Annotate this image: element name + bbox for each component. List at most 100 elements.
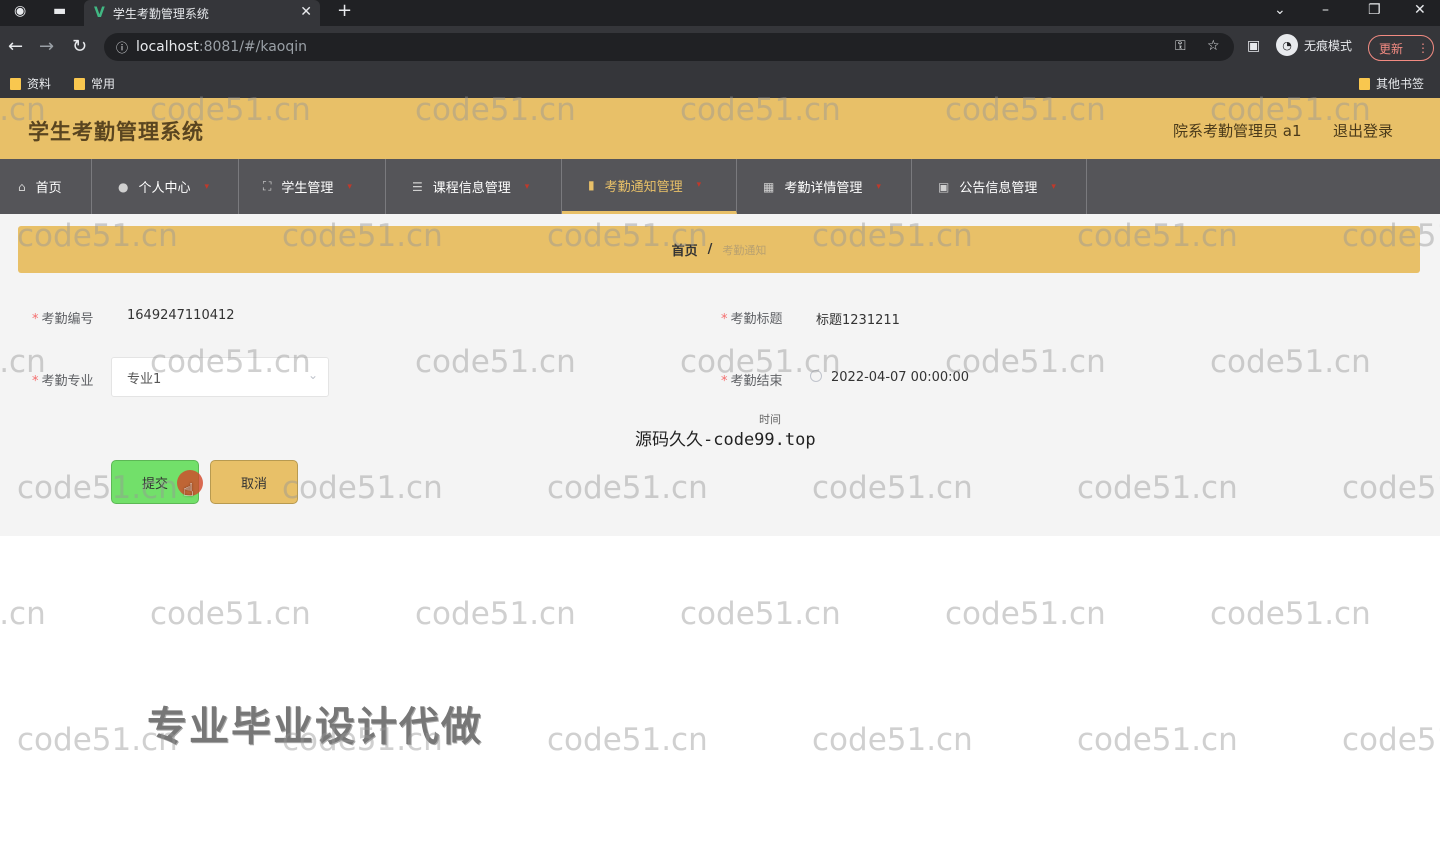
new-tab-icon[interactable]: + — [337, 0, 352, 21]
list-icon: ☰ — [412, 179, 423, 194]
bar-chart-icon: ▮ — [588, 178, 595, 192]
user-role: 院系考勤管理员 a1 — [1173, 122, 1302, 140]
menu-label: 考勤详情管理 — [784, 181, 863, 196]
app-header: 学生考勤管理系统 院系考勤管理员 a1 退出登录 — [0, 98, 1440, 159]
site-info-icon[interactable]: ⓘ — [116, 39, 128, 56]
end-time-label: * 考勤结束 — [721, 374, 783, 389]
close-window-icon[interactable]: ✕ — [1414, 2, 1426, 18]
watermark-text: code51.cn — [1077, 722, 1238, 758]
reload-icon[interactable]: ↻ — [72, 36, 87, 57]
hand-cursor-icon: ☝ — [183, 480, 194, 501]
app-title: 学生考勤管理系统 — [28, 120, 204, 144]
browser-tab[interactable]: V 学生考勤管理系统 ✕ — [84, 0, 320, 26]
home-icon: ⌂ — [18, 179, 26, 194]
address-bar[interactable]: ⓘ localhost:8081/#/kaoqin — [104, 33, 1234, 61]
menu-label: 首页 — [35, 181, 62, 196]
major-select-value: 专业1 — [127, 371, 162, 387]
incognito-icon: ◔ — [1276, 34, 1298, 56]
end-time-field[interactable]: 2022-04-07 00:00:00 — [831, 370, 969, 385]
menu-label: 课程信息管理 — [432, 181, 511, 196]
tab-list-icon[interactable]: ⌄ — [1274, 2, 1286, 18]
chevron-down-icon: ▾ — [204, 181, 210, 192]
incognito-label: 无痕模式 — [1304, 38, 1353, 53]
breadcrumb-current: 考勤通知 — [722, 243, 767, 257]
kaoqin-no-label: * 考勤编号 — [32, 312, 94, 327]
incognito-indicator[interactable]: ◔ 无痕模式 — [1276, 34, 1352, 56]
url-host: localhost — [136, 39, 199, 55]
user-icon: ● — [118, 179, 129, 194]
update-label: 更新 — [1379, 41, 1404, 56]
title-field[interactable]: 标题1231211 — [816, 309, 900, 328]
major-select[interactable]: 专业1 ⌄ — [111, 357, 329, 397]
menu-label: 考勤通知管理 — [604, 179, 683, 195]
source-watermark-text: 源码久久-code99.top — [635, 430, 816, 450]
folder-icon — [1359, 77, 1370, 90]
chevron-down-icon: ▾ — [524, 181, 530, 192]
url-path: :8081/#/kaoqin — [198, 39, 308, 55]
menu-item-home[interactable]: ⌂ 首页 — [0, 159, 92, 214]
promo-overlay-text: 专业毕业设计代做 — [147, 704, 483, 750]
expand-icon: ⛶ — [263, 179, 272, 193]
side-panel-icon[interactable]: ▣ — [1247, 38, 1260, 54]
breadcrumb: 首页 / 考勤通知 — [18, 226, 1420, 273]
breadcrumb-separator: / — [707, 242, 713, 257]
logout-link[interactable]: 退出登录 — [1333, 120, 1393, 141]
browser-menu-icon[interactable]: ◉ — [14, 3, 26, 19]
watermark-text: code51.cn — [0, 596, 46, 632]
title-label: * 考勤标题 — [721, 312, 783, 327]
cancel-button[interactable]: 取消 — [210, 460, 298, 504]
menu-item-student-mgmt[interactable]: ⛶ 学生管理 ▾ — [239, 159, 386, 214]
restore-icon[interactable]: ❐ — [1368, 2, 1381, 18]
browser-tab-strip: ◉ ▬ V 学生考勤管理系统 ✕ + ⌄ – ❐ ✕ — [0, 0, 1440, 26]
menu-label: 学生管理 — [281, 181, 334, 196]
chevron-down-icon: ▾ — [696, 180, 702, 190]
bookmark-star-icon[interactable]: ☆ — [1207, 38, 1220, 54]
menu-item-course-mgmt[interactable]: ☰ 课程信息管理 ▾ — [386, 159, 562, 214]
vue-logo-icon: V — [94, 5, 105, 21]
main-content: 首页 / 考勤通知 * 考勤编号 1649247110412 * 考勤标题 标题12… — [0, 214, 1440, 536]
folder-icon — [74, 77, 85, 90]
required-mark: * — [32, 312, 39, 327]
forward-icon[interactable]: → — [39, 36, 54, 57]
chevron-down-icon: ▾ — [876, 181, 881, 192]
tab-search-icon[interactable]: ▬ — [53, 3, 66, 19]
kaoqin-no-field[interactable]: 1649247110412 — [127, 308, 235, 323]
major-label: * 考勤专业 — [32, 374, 94, 389]
menu-item-announcement[interactable]: ▣ 公告信息管理 ▾ — [912, 159, 1087, 214]
required-mark: * — [32, 374, 39, 389]
menu-item-attendance-detail[interactable]: ▦ 考勤详情管理 ▾ — [737, 159, 912, 214]
tab-close-icon[interactable]: ✕ — [300, 4, 312, 20]
grid-icon: ▦ — [763, 179, 775, 194]
menu-label: 个人中心 — [138, 181, 191, 196]
chevron-down-icon: ▾ — [1051, 181, 1056, 192]
bookmark-label: 常用 — [91, 77, 116, 91]
update-button[interactable]: 更新 ⋮ — [1368, 35, 1434, 61]
required-mark: * — [721, 312, 728, 327]
chevron-down-icon: ▾ — [347, 181, 352, 192]
address-bar-row: ← → ↻ ⓘ localhost:8081/#/kaoqin ⚿ ☆ ▣ ◔ … — [0, 26, 1440, 68]
tab-title: 学生考勤管理系统 — [112, 6, 209, 21]
menu-label: 公告信息管理 — [959, 181, 1038, 196]
menu-item-personal-center[interactable]: ● 个人中心 ▾ — [92, 159, 239, 214]
folder-icon — [10, 77, 21, 90]
menu-item-attendance-notice[interactable]: ▮ 考勤通知管理 ▾ — [562, 159, 737, 214]
more-vert-icon: ⋮ — [1417, 41, 1430, 55]
chevron-down-icon: ⌄ — [307, 368, 318, 382]
required-mark: * — [721, 374, 728, 389]
minimize-icon[interactable]: – — [1322, 2, 1329, 18]
watermark-text: code51.cn — [150, 596, 311, 632]
key-icon[interactable]: ⚿ — [1175, 38, 1186, 54]
bookmark-folder-2[interactable]: 常用 — [74, 75, 115, 92]
watermark-text: code51.cn — [415, 596, 576, 632]
breadcrumb-home[interactable]: 首页 — [672, 240, 698, 259]
bookmarks-bar: 资料 常用 其他书签 — [0, 68, 1440, 98]
other-bookmarks-label: 其他书签 — [1376, 77, 1425, 91]
bookmark-folder-1[interactable]: 资料 — [10, 75, 51, 92]
watermark-text: code51.cn — [1210, 596, 1371, 632]
bookmark-label: 资料 — [27, 77, 52, 91]
back-icon[interactable]: ← — [8, 36, 23, 57]
picture-icon: ▣ — [938, 179, 950, 194]
other-bookmarks[interactable]: 其他书签 — [1359, 75, 1424, 92]
clock-icon — [810, 370, 822, 382]
watermark-text: code51.cn — [547, 722, 708, 758]
